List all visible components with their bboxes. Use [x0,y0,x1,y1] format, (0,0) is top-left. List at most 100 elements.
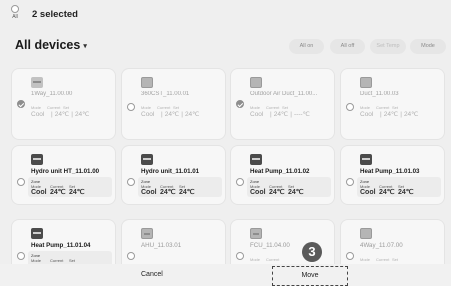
select-checkbox[interactable] [236,252,244,260]
mode-value: Cool [141,189,157,196]
device-values: Cool | 24℃ | 24℃ [360,111,419,118]
zone-values: Cool 24℃ 24℃ [141,188,198,196]
mode-value: Cool [31,111,45,118]
set-value: 24℃ [69,189,85,196]
set-value: 24℃ [288,189,304,196]
zone-panel: Zone Mode Current Set Cool 24℃ 24℃ [357,177,441,197]
selected-count: 2 selected [32,9,78,20]
select-checkbox[interactable] [17,178,25,186]
device-card[interactable]: Hydro unit HT_11.01.00 Zone Mode Current S… [12,146,115,204]
device-name: Heat Pump_11.01.03 [360,168,420,175]
device-name: Hydro unit HT_11.01.00 [31,168,100,175]
cancel-button[interactable]: Cancel [141,271,163,278]
select-checkbox[interactable] [346,103,354,111]
current-value: 24℃ [164,111,180,118]
device-name: 1Way_11.00.00 [31,91,73,97]
all-on-button[interactable]: All on [289,39,324,54]
device-card[interactable]: 1Way_11.00.00 Mode Current Set Cool | 24℃ | 24… [12,69,115,139]
device-icon [360,228,372,239]
device-icon [141,228,153,239]
device-name: 4Way_11.07.00 [360,242,403,249]
current-value: 24℃ [269,189,285,196]
mode-label: Mode [360,257,371,262]
set-value: 24℃ [184,111,200,118]
step-badge: 3 [302,242,322,262]
device-card[interactable]: Outdoor Air Duct_11.00... Mode Current Set… [231,69,334,139]
device-icon [141,154,153,165]
mode-button[interactable]: Mode [410,39,446,54]
device-values: Cool | 24℃ | 24℃ [141,111,200,118]
set-label: Set [392,257,399,262]
current-value: 24℃ [273,111,289,118]
device-name: 360CST_11.00.01 [141,91,190,97]
current-label: Current [376,257,390,262]
current-label: Current [50,257,64,263]
select-all-label: All [12,14,18,20]
mode-value: Cool [360,111,374,118]
device-labels: Mode Current [250,257,282,262]
device-card[interactable]: Duct_11.00.03 Mode Current Set Cool | 24℃ | 24… [341,69,444,139]
select-checkbox[interactable] [346,178,354,186]
zone-values: Cool 24℃ 24℃ [360,188,417,196]
device-group-dropdown[interactable]: All devices ▾ [15,38,87,52]
device-labels: Mode Current Set [360,257,408,262]
current-label: Current [266,257,280,262]
select-checkbox[interactable] [127,178,135,186]
move-button[interactable]: Move [272,266,348,286]
top-bar: All 2 selected [0,0,451,28]
device-card[interactable]: Heat Pump_11.01.02 Zone Mode Current Set C… [231,146,334,204]
device-icon [360,154,372,165]
current-value: 24℃ [379,189,395,196]
mode-value: Cool [31,189,47,196]
current-value: 24℃ [50,189,66,196]
device-icon [360,77,372,88]
mode-value: Cool [360,189,376,196]
device-name: Hydro unit_11.01.01 [141,168,200,175]
zone-values: Cool 24℃ 24℃ [31,188,88,196]
current-value: 24℃ [54,111,70,118]
current-value: 24℃ [383,111,399,118]
select-checkbox[interactable] [236,178,244,186]
device-values: Cool | 24℃ | 24℃ [31,111,90,118]
set-value: 24℃ [403,111,419,118]
select-checkbox[interactable] [17,100,25,108]
set-value: 24℃ [179,189,195,196]
select-checkbox[interactable] [17,252,25,260]
device-name: AHU_11.03.01 [141,242,182,249]
device-values: Cool | 24℃ | ----℃ [250,111,310,118]
device-icon [250,77,262,88]
title-bar: All devices ▾ All on All off Set Temp Mod… [0,36,451,56]
device-name: Heat Pump_11.01.02 [250,168,310,175]
device-icon [250,228,262,239]
device-name: Heat Pump_11.01.04 [31,242,91,249]
radio-icon [11,5,19,13]
set-value: ----℃ [293,111,310,118]
select-checkbox[interactable] [236,100,244,108]
set-value: 24℃ [74,111,90,118]
page-title: All devices [15,38,81,52]
zone-panel: Zone Mode Current Set Cool 24℃ 24℃ [247,177,331,197]
device-icon [141,77,153,88]
set-temp-button[interactable]: Set Temp [370,39,406,54]
select-checkbox[interactable] [127,252,135,260]
device-icon [31,77,43,88]
mode-label: Mode [250,257,261,262]
select-checkbox[interactable] [127,103,135,111]
device-icon [250,154,262,165]
device-card[interactable]: 360CST_11.00.01 Mode Current Set Cool | 24℃ |… [122,69,225,139]
mode-label: Mode [31,257,42,263]
current-value: 24℃ [160,189,176,196]
device-name: Duct_11.00.03 [360,91,399,97]
mode-value: Cool [250,111,264,118]
mode-value: Cool [250,189,266,196]
all-off-button[interactable]: All off [330,39,365,54]
device-card[interactable]: Heat Pump_11.01.03 Zone Mode Current Set C… [341,146,444,204]
zone-headers: Mode Current Set [31,258,88,263]
zone-panel: Zone Mode Current Set Cool 24℃ 24℃ [28,177,112,197]
set-value: 24℃ [398,189,414,196]
device-card[interactable]: Hydro unit_11.01.01 Zone Mode Current Set … [122,146,225,204]
select-all-checkbox[interactable]: All [7,5,23,20]
device-icon [31,228,43,239]
caret-down-icon: ▾ [83,42,87,50]
select-checkbox[interactable] [346,252,354,260]
